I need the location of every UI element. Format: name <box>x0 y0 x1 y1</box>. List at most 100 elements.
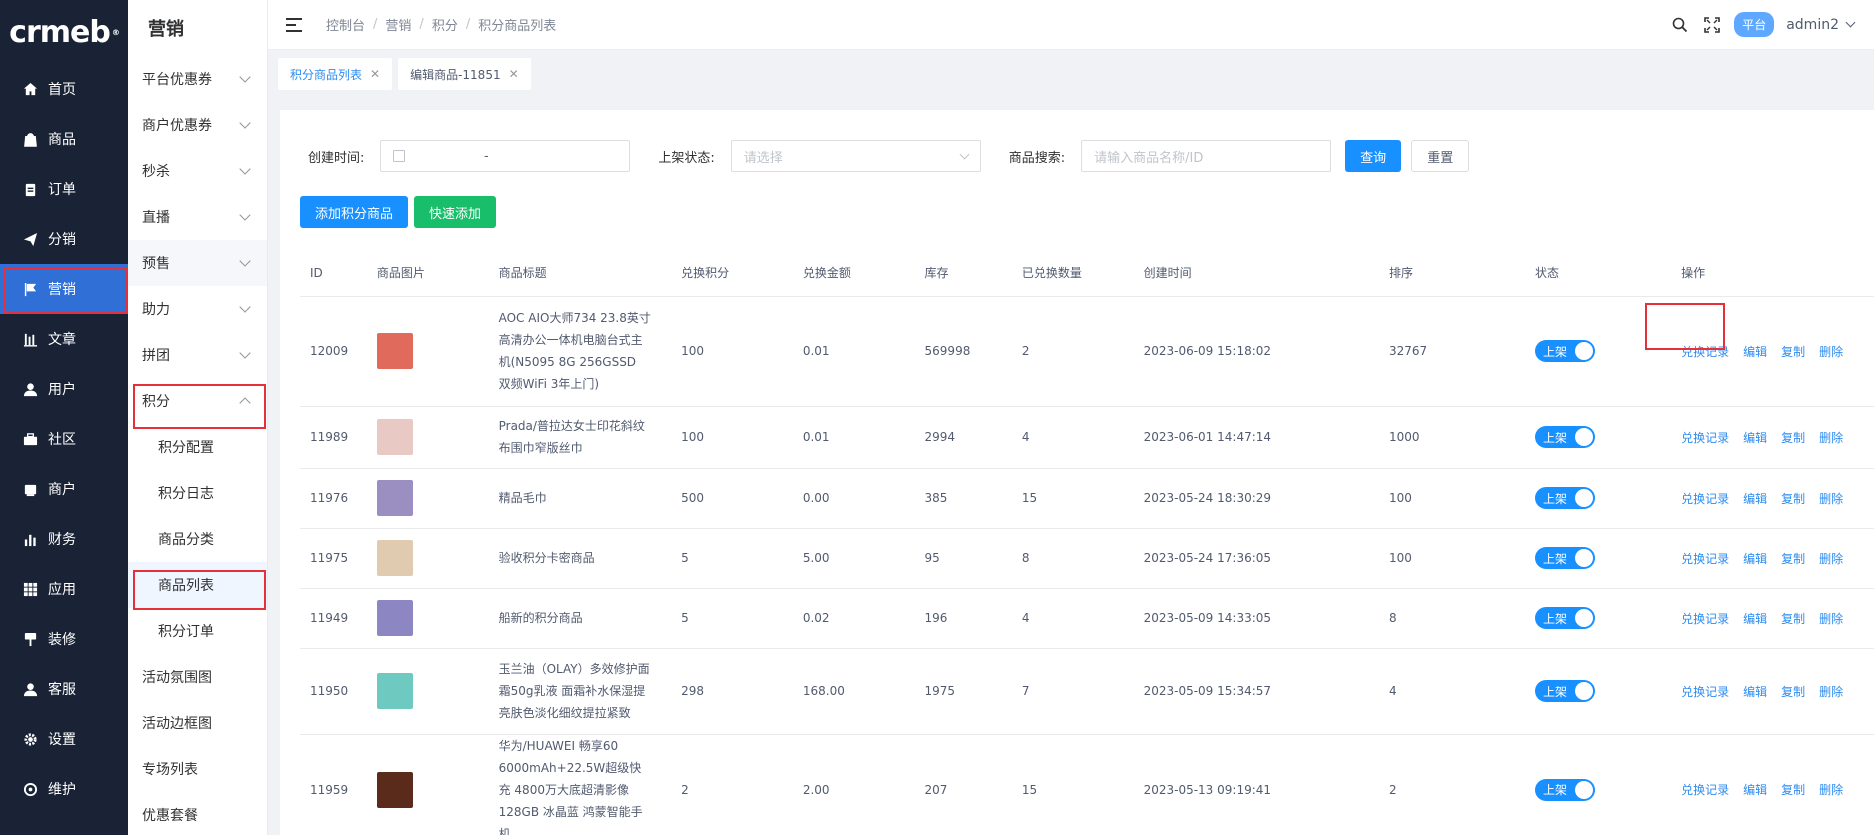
edit-link[interactable]: 编辑 <box>1743 552 1767 566</box>
submenu-item[interactable]: 活动氛围图 <box>128 654 267 700</box>
close-icon[interactable]: ✕ <box>509 67 519 81</box>
submenu-item[interactable]: 拼团 <box>128 332 267 378</box>
submenu-item[interactable]: 积分 <box>128 378 267 424</box>
edit-link[interactable]: 编辑 <box>1743 685 1767 699</box>
submenu-item[interactable]: 积分订单 <box>128 608 267 654</box>
table-row: 11975 验收积分卡密商品 5 5.00 95 8 2023-05-24 17:36:05… <box>300 528 1874 589</box>
reset-button[interactable]: 重置 <box>1411 140 1470 172</box>
product-thumbnail[interactable] <box>376 771 413 808</box>
nav-item-4[interactable]: 营销 <box>0 264 128 314</box>
quick-add-button[interactable]: 快速添加 <box>414 196 497 228</box>
exchange-record-link[interactable]: 兑换记录 <box>1681 552 1729 566</box>
exchange-record-link[interactable]: 兑换记录 <box>1681 685 1729 699</box>
exchange-record-link[interactable]: 兑换记录 <box>1681 431 1729 445</box>
submenu-item[interactable]: 助力 <box>128 286 267 332</box>
submenu-item[interactable]: 商品分类 <box>128 516 267 562</box>
status-select[interactable]: 请选择 <box>730 140 981 172</box>
status-toggle[interactable]: 上架 <box>1535 680 1596 702</box>
tab-edit-product[interactable]: 编辑商品-11851 ✕ <box>398 58 531 90</box>
product-search-input[interactable]: 请输入商品名称/ID <box>1081 140 1332 172</box>
delete-link[interactable]: 删除 <box>1819 492 1843 506</box>
nav-item-3[interactable]: 分销 <box>0 214 128 264</box>
delete-link[interactable]: 删除 <box>1819 783 1843 797</box>
submenu-item[interactable]: 积分配置 <box>128 424 267 470</box>
close-icon[interactable]: ✕ <box>370 67 380 81</box>
brand-logo[interactable]: crmeb ® <box>0 0 128 64</box>
exchange-record-link[interactable]: 兑换记录 <box>1681 492 1729 506</box>
copy-link[interactable]: 复制 <box>1781 492 1805 506</box>
fullscreen-icon[interactable] <box>1704 16 1721 33</box>
delete-link[interactable]: 删除 <box>1819 685 1843 699</box>
copy-link[interactable]: 复制 <box>1781 685 1805 699</box>
submenu-item[interactable]: 平台优惠券 <box>128 56 267 102</box>
submenu-item[interactable]: 积分日志 <box>128 470 267 516</box>
copy-link[interactable]: 复制 <box>1781 345 1805 359</box>
nav-item-5[interactable]: 文章 <box>0 314 128 364</box>
status-toggle[interactable]: 上架 <box>1535 487 1596 509</box>
add-points-product-button[interactable]: 添加积分商品 <box>300 196 409 228</box>
copy-link[interactable]: 复制 <box>1781 783 1805 797</box>
delete-link[interactable]: 删除 <box>1819 345 1843 359</box>
cell-sort: 1000 <box>1379 406 1526 469</box>
edit-link[interactable]: 编辑 <box>1743 492 1767 506</box>
status-toggle[interactable]: 上架 <box>1535 426 1596 448</box>
submenu-item[interactable]: 商品列表 <box>128 562 267 608</box>
status-toggle[interactable]: 上架 <box>1535 607 1596 629</box>
nav-item-6[interactable]: 用户 <box>0 364 128 414</box>
nav-item-label: 设置 <box>48 732 76 748</box>
date-range-picker[interactable]: - <box>380 140 631 172</box>
delete-link[interactable]: 删除 <box>1819 612 1843 626</box>
submenu-item[interactable]: 优惠套餐 <box>128 792 267 835</box>
nav-item-12[interactable]: 客服 <box>0 664 128 714</box>
nav-item-8[interactable]: 商户 <box>0 464 128 514</box>
submenu-item[interactable]: 专场列表 <box>128 746 267 792</box>
exchange-record-link[interactable]: 兑换记录 <box>1681 783 1729 797</box>
nav-item-10[interactable]: 应用 <box>0 564 128 614</box>
nav-item-14[interactable]: 维护 <box>0 764 128 814</box>
nav-item-1[interactable]: 商品 <box>0 114 128 164</box>
delete-link[interactable]: 删除 <box>1819 552 1843 566</box>
user-menu[interactable]: admin2 <box>1786 17 1856 33</box>
product-thumbnail[interactable] <box>376 540 413 576</box>
exchange-record-link[interactable]: 兑换记录 <box>1681 612 1729 626</box>
edit-link[interactable]: 编辑 <box>1743 783 1767 797</box>
delete-link[interactable]: 删除 <box>1819 431 1843 445</box>
menu-fold-icon[interactable] <box>286 17 304 33</box>
copy-link[interactable]: 复制 <box>1781 612 1805 626</box>
submenu-item[interactable]: 商户优惠券 <box>128 102 267 148</box>
nav-item-9[interactable]: 财务 <box>0 514 128 564</box>
status-toggle[interactable]: 上架 <box>1535 778 1596 801</box>
product-thumbnail[interactable] <box>376 333 413 369</box>
cell-amount: 0.02 <box>792 588 915 649</box>
product-thumbnail[interactable] <box>376 480 413 516</box>
submenu-item[interactable]: 活动边框图 <box>128 700 267 746</box>
nav-item-label: 装修 <box>48 632 76 648</box>
product-thumbnail[interactable] <box>376 600 413 636</box>
exchange-record-link[interactable]: 兑换记录 <box>1681 345 1729 359</box>
edit-link[interactable]: 编辑 <box>1743 431 1767 445</box>
edit-link[interactable]: 编辑 <box>1743 612 1767 626</box>
status-toggle[interactable]: 上架 <box>1535 547 1596 569</box>
breadcrumb-item[interactable]: 控制台 <box>326 15 365 34</box>
submenu-item[interactable]: 直播 <box>128 194 267 240</box>
search-icon[interactable] <box>1672 17 1688 33</box>
submenu-item[interactable]: 预售 <box>128 240 267 286</box>
copy-link[interactable]: 复制 <box>1781 552 1805 566</box>
edit-link[interactable]: 编辑 <box>1743 345 1767 359</box>
cell-id: 11976 <box>300 468 367 529</box>
nav-item-0[interactable]: 首页 <box>0 64 128 114</box>
nav-item-13[interactable]: 设置 <box>0 714 128 764</box>
nav-item-11[interactable]: 装修 <box>0 614 128 664</box>
cell-status: 上架 <box>1525 296 1672 407</box>
nav-item-7[interactable]: 社区 <box>0 414 128 464</box>
submenu-item[interactable]: 秒杀 <box>128 148 267 194</box>
copy-link[interactable]: 复制 <box>1781 431 1805 445</box>
product-thumbnail[interactable] <box>376 673 413 709</box>
status-toggle[interactable]: 上架 <box>1535 340 1596 362</box>
nav-item-2[interactable]: 订单 <box>0 164 128 214</box>
tab-points-product-list[interactable]: 积分商品列表 ✕ <box>278 58 393 90</box>
product-thumbnail[interactable] <box>376 419 413 455</box>
breadcrumb-item[interactable]: 积分 <box>432 15 458 34</box>
query-button[interactable]: 查询 <box>1345 140 1402 172</box>
breadcrumb-item[interactable]: 营销 <box>385 15 411 34</box>
